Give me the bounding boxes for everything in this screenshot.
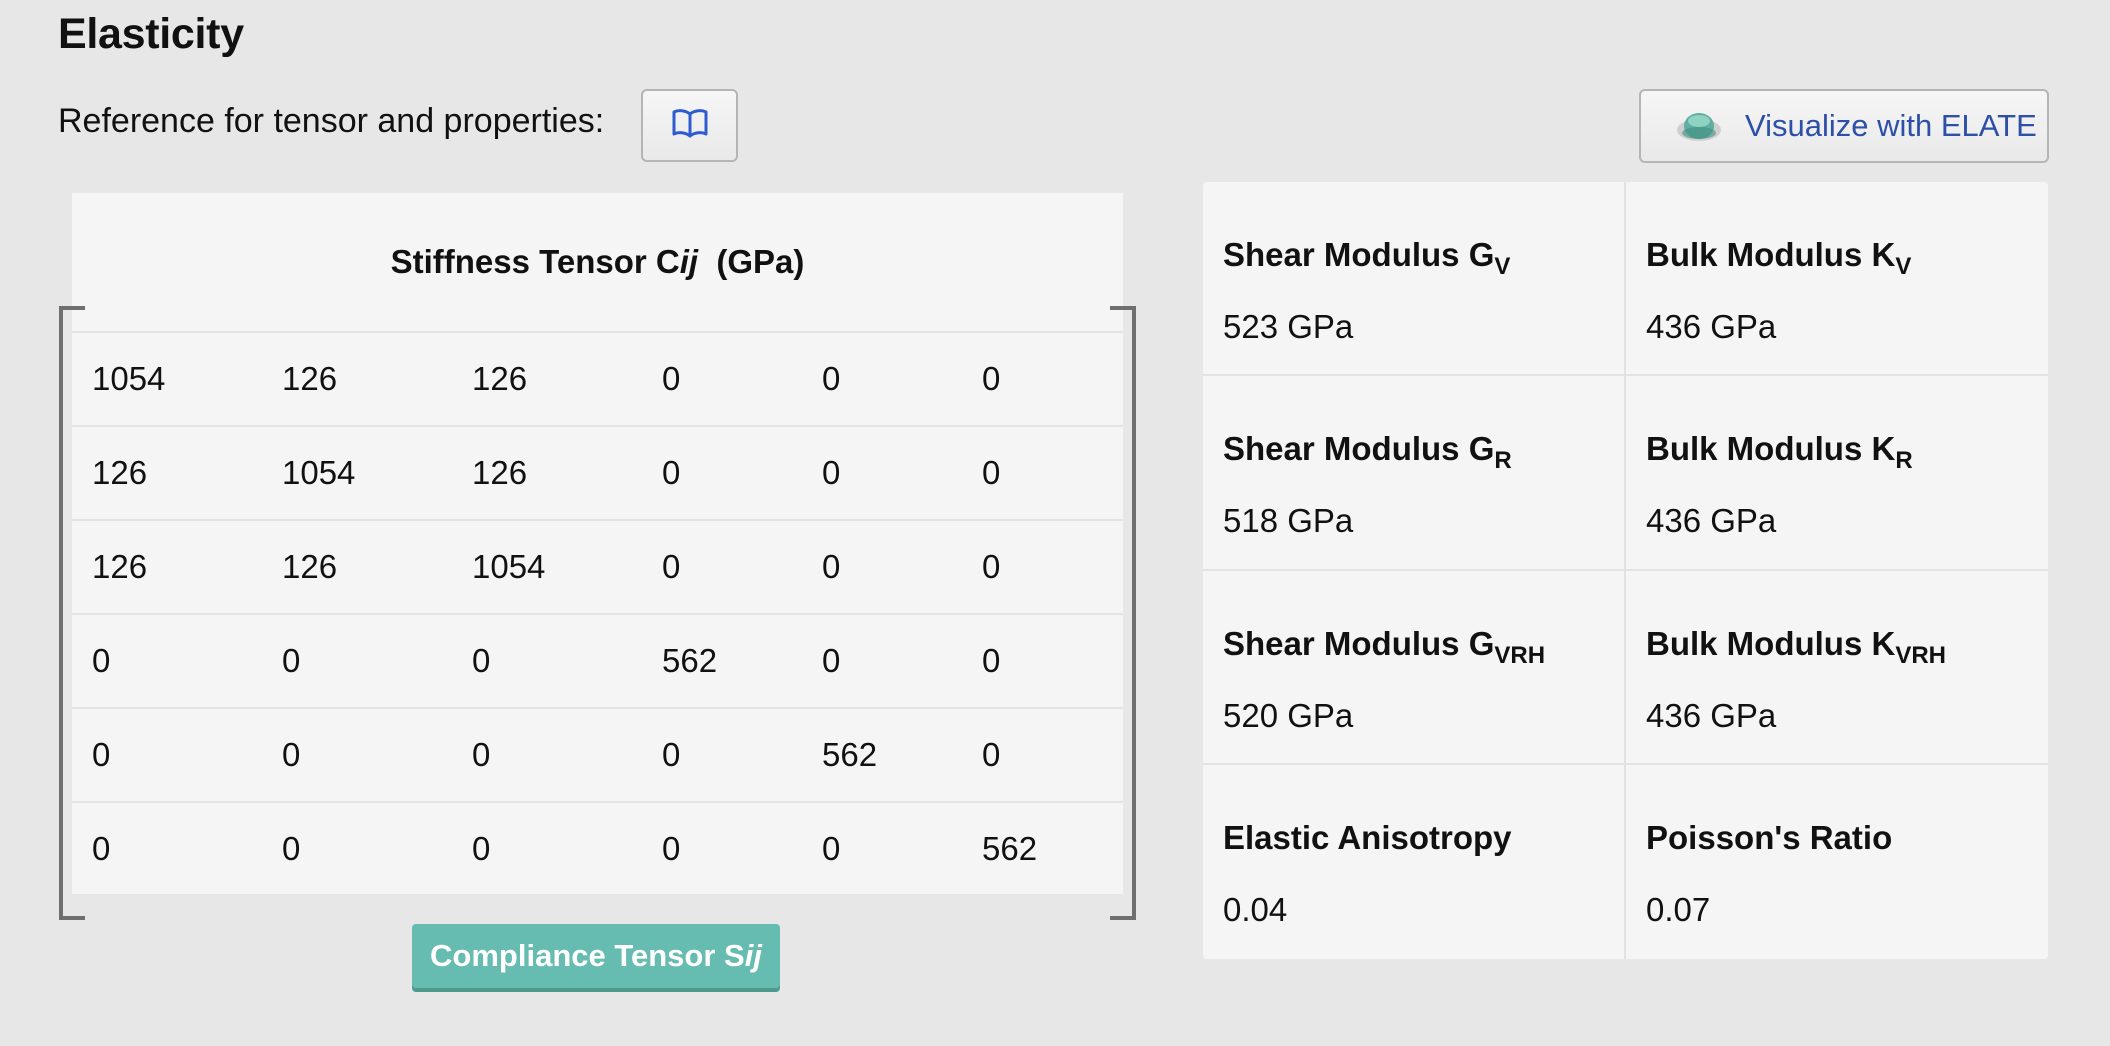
property-cell: Poisson's Ratio 0.07 (1626, 765, 2048, 959)
property-name: Elastic Anisotropy (1223, 819, 1624, 863)
property-value: 0.04 (1223, 890, 1288, 928)
book-icon (671, 108, 709, 143)
tensor-cell: 0 (822, 548, 841, 585)
property-name-text: Shear Modulus G (1223, 624, 1495, 662)
tensor-cell: 126 (282, 548, 338, 585)
property-cell: Elastic Anisotropy 0.04 (1203, 764, 1626, 959)
tensor-cell: 0 (662, 360, 681, 397)
tensor-cell: 126 (282, 360, 338, 397)
elate-label: Visualize with ELATE (1745, 108, 2037, 143)
tensor-cell: 0 (472, 642, 491, 679)
property-value: 0.07 (1646, 890, 1711, 928)
tensor-row: 126 1054 126 0 0 0 (72, 427, 1123, 521)
property-cell: Bulk Modulus KR 436 GPa (1626, 376, 2048, 571)
compliance-label-index: ij (744, 938, 762, 973)
property-value: 518 GPa (1223, 502, 1354, 540)
tensor-cell: 0 (472, 736, 491, 773)
tensor-cell: 0 (662, 548, 681, 585)
tensor-cell: 0 (282, 642, 301, 679)
tensor-cell: 0 (982, 736, 1001, 773)
matrix-left-bracket (59, 306, 85, 920)
elastic-properties-grid: Shear Modulus GV 523 GPa Bulk Modulus KV 43… (1203, 182, 2048, 959)
property-subscript: V (1895, 253, 1912, 280)
property-value: 436 GPa (1646, 696, 1777, 734)
property-cell: Bulk Modulus KV 436 GPa (1626, 182, 2048, 377)
tensor-cell: 0 (92, 642, 111, 679)
property-value: 436 GPa (1646, 502, 1777, 540)
tensor-cell: 562 (822, 736, 878, 773)
tensor-cell: 0 (982, 360, 1001, 397)
property-value: 436 GPa (1646, 308, 1777, 345)
stiffness-title-prefix: Stiffness Tensor C (390, 243, 680, 280)
reference-label: Reference for tensor and properties: (58, 102, 605, 140)
tensor-cell: 562 (662, 642, 718, 679)
property-name: Shear Modulus GVRH (1223, 625, 1624, 669)
stiffness-matrix: 1054 126 126 0 0 0 126 1054 126 0 0 0 126 126 1054 0 0 0 0… (72, 331, 1123, 895)
property-value: 520 GPa (1223, 696, 1354, 734)
stiffness-title-unit: (GPa) (716, 243, 805, 280)
tensor-cell: 0 (92, 830, 111, 867)
tensor-cell: 0 (822, 360, 841, 397)
stiffness-tensor-title: Stiffness Tensor Cij (GPa) (72, 193, 1123, 331)
elate-logo-icon (1675, 106, 1723, 146)
tensor-cell: 126 (472, 454, 528, 491)
tensor-cell: 562 (982, 830, 1038, 867)
property-cell: Shear Modulus GVRH 520 GPa (1203, 570, 1626, 765)
tensor-cell: 126 (92, 548, 148, 585)
stiffness-tensor-panel: Stiffness Tensor Cij (GPa) 1054 126 126 0 0 0… (72, 193, 1123, 894)
visualize-elate-button[interactable]: Visualize with ELATE (1639, 89, 2049, 163)
property-name-text: Bulk Modulus K (1646, 430, 1896, 468)
property-name-text: Poisson's Ratio (1646, 818, 1893, 856)
tensor-cell: 126 (92, 454, 148, 491)
tensor-cell: 0 (92, 736, 111, 773)
property-name: Poisson's Ratio (1646, 819, 2048, 863)
property-name: Shear Modulus GV (1223, 236, 1624, 280)
stiffness-title-index: ij (679, 243, 699, 280)
property-name-text: Bulk Modulus K (1646, 624, 1896, 662)
tensor-cell: 1054 (282, 454, 356, 491)
tensor-row: 1054 126 126 0 0 0 (72, 333, 1123, 427)
property-name: Shear Modulus GR (1223, 430, 1624, 474)
tensor-cell: 0 (982, 454, 1001, 491)
property-name: Bulk Modulus KR (1646, 430, 2048, 474)
property-cell: Shear Modulus GR 518 GPa (1203, 376, 1626, 571)
compliance-tensor-button[interactable]: Compliance Tensor Sij (412, 924, 780, 988)
property-subscript: R (1895, 447, 1913, 475)
tensor-cell: 0 (822, 642, 841, 679)
property-cell: Bulk Modulus KVRH 436 GPa (1626, 571, 2048, 765)
tensor-cell: 0 (662, 736, 681, 773)
tensor-cell: 0 (282, 830, 301, 867)
property-value: 523 GPa (1223, 308, 1354, 345)
property-name: Bulk Modulus KVRH (1646, 625, 2048, 669)
tensor-cell: 126 (472, 360, 528, 397)
property-subscript: VRH (1494, 641, 1546, 669)
matrix-right-bracket (1110, 306, 1136, 920)
tensor-cell: 0 (282, 736, 301, 773)
tensor-cell: 0 (822, 830, 841, 867)
tensor-cell: 0 (982, 642, 1001, 679)
reference-button[interactable] (641, 89, 738, 162)
tensor-cell: 1054 (92, 360, 166, 397)
property-name-text: Bulk Modulus K (1646, 236, 1896, 273)
compliance-label-prefix: Compliance Tensor S (430, 938, 745, 973)
property-subscript: V (1494, 253, 1511, 280)
tensor-cell: 0 (982, 548, 1001, 585)
tensor-row: 0 0 0 0 562 0 (72, 709, 1123, 803)
tensor-cell: 0 (822, 454, 841, 491)
tensor-row: 0 0 0 0 0 562 (72, 803, 1123, 895)
tensor-row: 0 0 0 562 0 0 (72, 615, 1123, 709)
property-name: Bulk Modulus KV (1646, 236, 2048, 280)
tensor-cell: 0 (662, 830, 681, 867)
tensor-row: 126 126 1054 0 0 0 (72, 521, 1123, 615)
section-title: Elasticity (58, 10, 244, 58)
property-subscript: VRH (1895, 641, 1946, 669)
property-name-text: Shear Modulus G (1223, 430, 1495, 468)
property-name-text: Elastic Anisotropy (1223, 818, 1512, 856)
tensor-cell: 0 (662, 454, 681, 491)
property-cell: Shear Modulus GV 523 GPa (1203, 182, 1626, 377)
property-name-text: Shear Modulus G (1223, 236, 1495, 273)
property-subscript: R (1494, 447, 1512, 475)
tensor-cell: 1054 (472, 548, 546, 585)
tensor-cell: 0 (472, 830, 491, 867)
